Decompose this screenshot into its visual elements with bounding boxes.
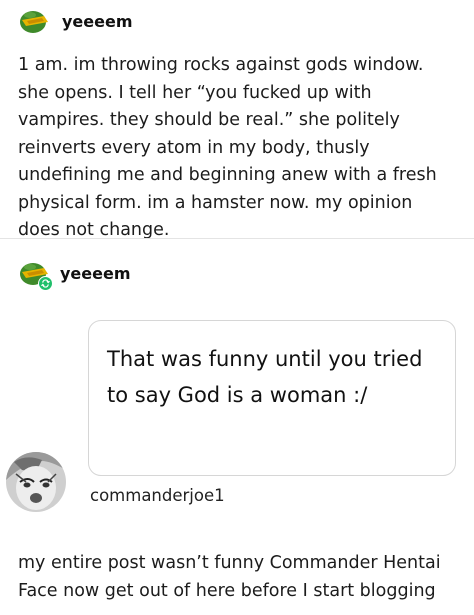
asker-avatar[interactable]	[6, 452, 66, 512]
asker-username[interactable]: commanderjoe1	[90, 486, 225, 505]
post1-username[interactable]: yeeeem	[62, 12, 133, 31]
ask-bubble: That was funny until you tried to say Go…	[88, 320, 456, 476]
ask-text: That was funny until you tried to say Go…	[107, 347, 423, 407]
green-helmet-avatar-icon[interactable]	[18, 6, 52, 36]
post2-header: yeeeem	[18, 258, 131, 291]
post2-username[interactable]: yeeeem	[60, 264, 131, 283]
post-divider	[0, 238, 474, 239]
reblog-icon	[38, 276, 53, 291]
post1-header: yeeeem	[18, 6, 133, 36]
green-helmet-avatar-icon[interactable]	[18, 258, 53, 291]
post1-body: 1 am. im throwing rocks against gods win…	[18, 55, 437, 240]
post2-answer: my entire post wasn’t funny Commander He…	[18, 553, 441, 601]
